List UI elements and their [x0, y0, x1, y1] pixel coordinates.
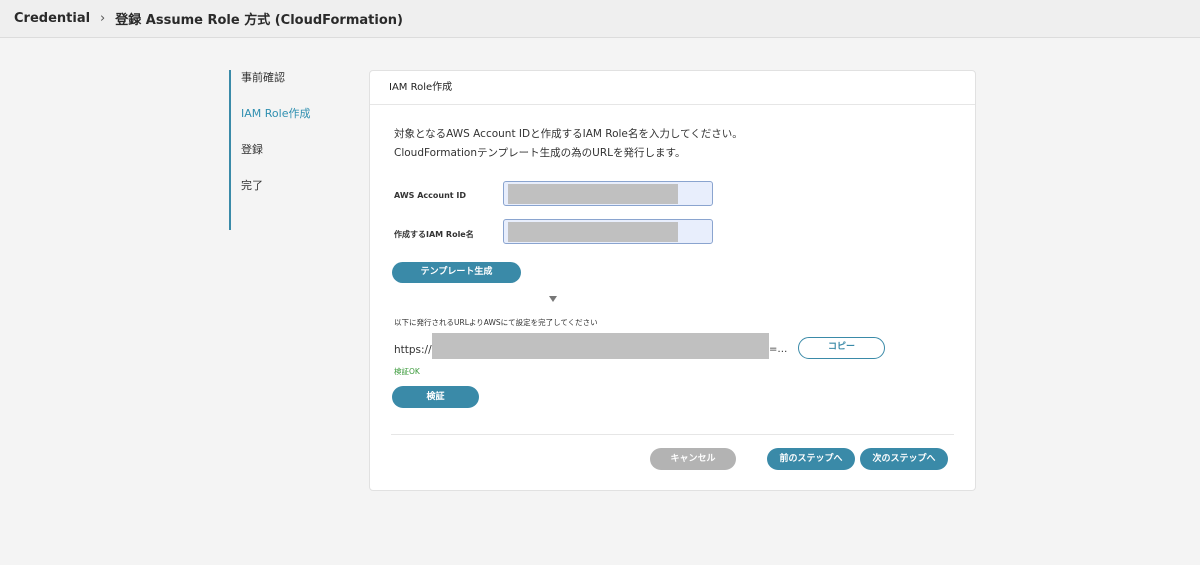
description-line-1: 対象となるAWS Account IDと作成するIAM Role名を入力してくだ…: [394, 128, 743, 140]
account-id-label: AWS Account ID: [394, 191, 466, 200]
prev-step-button[interactable]: 前のステップへ: [767, 448, 855, 470]
arrow-down-icon: [549, 296, 557, 302]
step-precheck: 事前確認: [241, 71, 285, 84]
generate-template-button[interactable]: テンプレート生成: [392, 262, 521, 283]
verify-status: 検証OK: [394, 367, 420, 376]
breadcrumb-current: 登録 Assume Role 方式 (CloudFormation): [115, 13, 403, 28]
role-name-label: 作成するIAM Role名: [394, 230, 474, 239]
footer-divider: [391, 434, 954, 435]
redacted-value: [508, 222, 678, 242]
card-title: IAM Role作成: [370, 71, 975, 105]
account-id-field[interactable]: [503, 181, 713, 206]
copy-button[interactable]: コピー: [798, 337, 885, 359]
breadcrumb: Credential › 登録 Assume Role 方式 (CloudFor…: [0, 0, 1200, 38]
role-name-field[interactable]: [503, 219, 713, 244]
next-step-button[interactable]: 次のステップへ: [860, 448, 948, 470]
breadcrumb-separator-icon: ›: [100, 11, 106, 26]
verify-button[interactable]: 検証: [392, 386, 479, 408]
card-description: 対象となるAWS Account IDと作成するIAM Role名を入力してくだ…: [394, 125, 743, 163]
redacted-value: [508, 184, 678, 204]
url-instruction: 以下に発行されるURLよりAWSにて設定を完了してください: [394, 318, 598, 327]
url-suffix: =…: [769, 344, 788, 355]
step-nav: 事前確認 IAM Role作成 登録 完了: [229, 70, 351, 230]
iam-role-card: IAM Role作成 対象となるAWS Account IDと作成するIAM R…: [369, 70, 976, 491]
cancel-button[interactable]: キャンセル: [650, 448, 736, 470]
step-iam-role-create: IAM Role作成: [241, 107, 311, 120]
step-complete: 完了: [241, 179, 263, 192]
breadcrumb-root[interactable]: Credential: [14, 11, 90, 26]
description-line-2: CloudFormationテンプレート生成の為のURLを発行します。: [394, 147, 686, 159]
step-register: 登録: [241, 143, 263, 156]
redacted-url: [432, 333, 769, 359]
